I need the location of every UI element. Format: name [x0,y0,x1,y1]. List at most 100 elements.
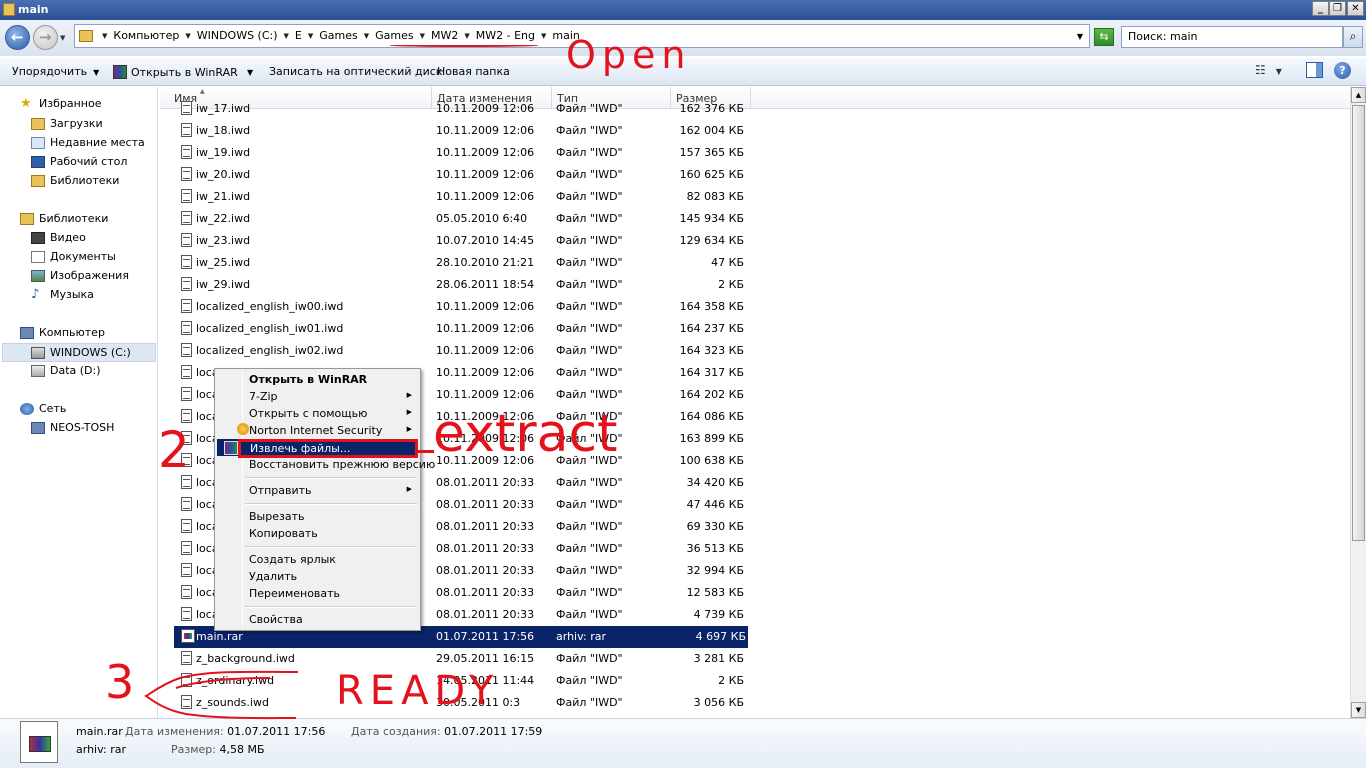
nav-libraries[interactable]: Библиотеки [20,212,108,225]
chevron-down-icon[interactable]: ▼ [1276,67,1282,76]
file-row[interactable]: iw_21.iwd 10.11.2009 12:06 Файл "IWD" 82 08… [160,186,1350,208]
refresh-button[interactable]: ⇆ [1094,28,1114,46]
menu-label: Norton Internet Security [249,424,383,437]
breadcrumb-item[interactable]: E ▼ [292,29,316,42]
menu-restore[interactable]: Восстановить прежнюю версию [217,456,435,473]
recent-pages-dropdown[interactable]: ▼ [60,34,65,42]
nav-favorites[interactable]: ★ Избранное [20,97,101,111]
burn-button[interactable]: Записать на оптический диск [269,65,442,78]
cell-type: Файл "IWD" [556,234,623,247]
cell-size: 3 281 КБ [693,652,744,665]
new-folder-button[interactable]: Новая папка [437,65,510,78]
file-row[interactable]: localized_english_iw00.iwd 10.11.2009 12:… [160,296,1350,318]
documents-icon [31,250,45,263]
organize-button[interactable]: Упорядочить ▼ [12,65,99,78]
nav-label: Библиотеки [39,212,109,225]
breadcrumb-label: MW2 - Eng [475,29,536,42]
menu-7zip[interactable]: 7-Zip ▶ [217,388,418,405]
nav-downloads[interactable]: Загрузки [31,117,103,130]
view-list-icon[interactable]: ☷ [1255,63,1266,77]
cell-size: 2 КБ [718,278,744,291]
scroll-up-button[interactable]: ▲ [1351,87,1366,103]
vertical-scrollbar[interactable]: ▲ ▼ [1350,87,1366,718]
menu-open-winrar[interactable]: Открыть в WinRAR [217,371,418,388]
menu-cut[interactable]: Вырезать [217,508,418,525]
breadcrumb-item[interactable]: Компьютер ▼ [110,29,193,42]
minimize-button[interactable]: _ [1312,1,1329,16]
menu-copy[interactable]: Копировать [217,525,418,542]
nav-libraries-fav[interactable]: Библиотеки [31,174,119,187]
breadcrumb-item[interactable]: MW2 ▼ [428,29,473,42]
arrow-left-icon: ← [11,28,24,46]
search-icon[interactable]: ⌕ [1343,26,1363,48]
nav-network[interactable]: Сеть [20,402,66,415]
nav-desktop[interactable]: Рабочий стол [31,155,127,168]
file-row[interactable]: localized_english_iw02.iwd 10.11.2009 12:… [160,340,1350,362]
cell-date: 10.11.2009 12:06 [436,322,535,335]
menu-open-with[interactable]: Открыть с помощью ▶ [217,405,418,422]
submenu-arrow-icon: ▶ [406,425,412,433]
maximize-button[interactable]: ❐ [1329,1,1346,16]
scroll-thumb[interactable] [1352,105,1365,541]
cell-type: Файл "IWD" [556,674,623,687]
file-row[interactable]: localized_english_iw01.iwd 10.11.2009 12:… [160,318,1350,340]
menu-norton[interactable]: Norton Internet Security ▶ [217,422,418,439]
annotation-brace [144,670,299,720]
breadcrumb-item[interactable]: WINDOWS (C:) ▼ [194,29,292,42]
close-button[interactable]: ✕ [1347,1,1364,16]
help-icon[interactable]: ? [1334,62,1351,79]
nav-documents[interactable]: Документы [31,250,116,263]
open-winrar-dropdown[interactable]: ▼ [241,65,253,78]
preview-pane-button[interactable] [1306,62,1323,78]
file-row[interactable]: iw_22.iwd 05.05.2010 6:40 Файл "IWD" 145 93… [160,208,1350,230]
window-title: main [18,3,49,16]
breadcrumb-item[interactable]: Games ▼ [372,29,428,42]
search-input[interactable]: Поиск: main [1121,26,1343,48]
cell-date: 29.05.2011 16:15 [436,652,535,665]
file-row[interactable]: iw_25.iwd 28.10.2010 21:21 Файл "IWD" 47 КБ [160,252,1350,274]
cell-name: localized_english_iw02.iwd [196,344,344,357]
menu-label: Открыть в WinRAR [249,373,368,386]
menu-send-to[interactable]: Отправить ▶ [217,482,418,499]
file-row[interactable]: iw_20.iwd 10.11.2009 12:06 Файл "IWD" 160 6… [160,164,1350,186]
nav-music[interactable]: ♪ Музыка [31,288,94,302]
menu-delete[interactable]: Удалить [217,568,418,585]
cell-date: 10.11.2009 12:06 [436,344,535,357]
cell-date: 10.11.2009 12:06 [436,102,535,115]
cell-size: 160 625 КБ [679,168,744,181]
file-row[interactable]: iw_17.iwd 10.11.2009 12:06 Файл "IWD" 162 3… [160,98,1350,120]
submenu-arrow-icon: ▶ [406,485,412,493]
forward-button[interactable]: → [33,25,58,50]
details-label: Дата создания: [351,725,441,738]
menu-properties[interactable]: Свойства [217,611,418,628]
file-row[interactable]: iw_19.iwd 10.11.2009 12:06 Файл "IWD" 157 3… [160,142,1350,164]
details-created: Дата создания: 01.07.2011 17:59 [351,725,542,738]
nav-drive-d[interactable]: Data (D:) [31,364,101,377]
file-row[interactable]: z_background.iwd 29.05.2011 16:15 Файл "IW… [160,648,1350,670]
file-row[interactable]: iw_23.iwd 10.07.2010 14:45 Файл "IWD" 129 6… [160,230,1350,252]
nav-computer[interactable]: Компьютер [20,326,105,339]
nav-video[interactable]: Видео [31,231,86,244]
breadcrumb-item[interactable]: MW2 - Eng ▼ [473,29,550,42]
nav-images[interactable]: Изображения [31,269,129,282]
cell-type: Файл "IWD" [556,146,623,159]
breadcrumb-separator[interactable]: ▼ [99,32,110,40]
nav-recent[interactable]: Недавние места [31,136,145,149]
scroll-down-button[interactable]: ▼ [1351,702,1366,718]
nav-drive-c[interactable]: WINDOWS (C:) [2,343,156,362]
file-row[interactable]: iw_18.iwd 10.11.2009 12:06 Файл "IWD" 162 0… [160,120,1350,142]
back-button[interactable]: ← [5,25,30,50]
address-dropdown-button[interactable]: ▼ [1077,32,1083,41]
view-options[interactable]: ☷ ▼ [1255,63,1292,77]
cell-name: iw_17.iwd [196,102,251,115]
cell-size: 47 КБ [711,256,744,269]
file-row[interactable]: iw_29.iwd 28.06.2011 18:54 Файл "IWD" 2 КБ [160,274,1350,296]
menu-label: Свойства [249,613,303,626]
breadcrumb-item[interactable]: Games ▼ [316,29,372,42]
open-winrar-button[interactable]: Открыть в WinRAR [113,65,238,79]
menu-rename[interactable]: Переименовать [217,585,418,602]
nav-neos-tosh[interactable]: NEOS-TOSH [31,421,114,434]
cell-date: 08.01.2011 20:33 [436,498,535,511]
sort-up-icon: ▲ [200,88,205,95]
menu-create-shortcut[interactable]: Создать ярлык [217,551,418,568]
